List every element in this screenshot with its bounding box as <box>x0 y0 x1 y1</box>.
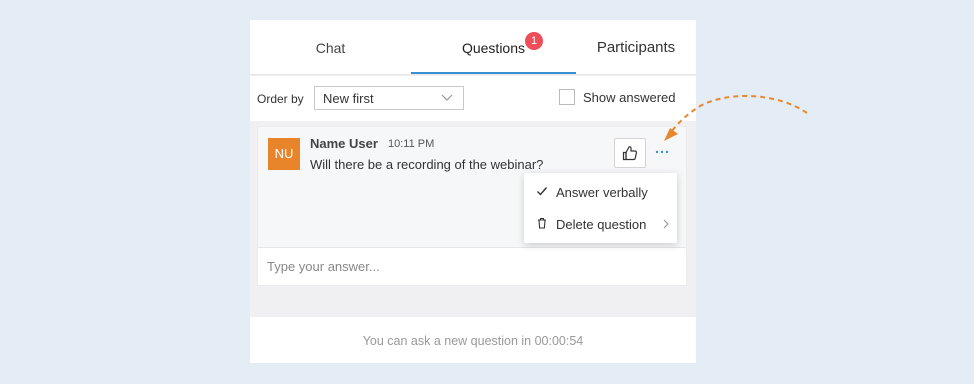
order-by-label: Order by <box>257 92 304 106</box>
menu-item-delete-question[interactable]: Delete question <box>524 209 677 239</box>
tab-chat[interactable]: Chat <box>250 20 411 75</box>
like-button[interactable] <box>614 138 646 168</box>
countdown-notice: You can ask a new question in 00:00:54 <box>362 334 584 348</box>
menu-item-answer-verbally[interactable]: Answer verbally <box>524 177 677 207</box>
tab-participants[interactable]: Participants <box>576 20 696 75</box>
question-text: Will there be a recording of the webinar… <box>310 157 544 172</box>
questions-count-badge: 1 <box>525 32 543 50</box>
menu-item-label: Answer verbally <box>556 185 648 200</box>
filter-bar: Order by New first Show answered <box>250 76 696 121</box>
trash-icon <box>538 217 546 229</box>
question-author: Name User <box>310 136 378 151</box>
tab-bar: Chat Questions Participants 1 <box>250 20 696 75</box>
menu-item-label: Delete question <box>556 217 647 232</box>
question-actions-menu: Answer verbally Delete question <box>524 173 677 243</box>
chevron-down-icon <box>441 94 453 101</box>
order-by-select[interactable]: New first <box>314 86 464 110</box>
footer: You can ask a new question in 00:00:54 <box>250 317 696 363</box>
tab-questions[interactable]: Questions <box>411 20 576 75</box>
answer-box <box>258 247 686 285</box>
show-answered-checkbox[interactable] <box>559 89 575 105</box>
order-by-value: New first <box>323 91 374 106</box>
active-tab-indicator <box>411 72 576 74</box>
chevron-right-icon <box>663 219 669 229</box>
answer-input[interactable] <box>267 259 667 274</box>
annotation-arrow <box>664 95 808 141</box>
avatar: NU <box>268 138 300 170</box>
thumbs-up-icon <box>622 146 638 161</box>
check-icon <box>537 187 548 196</box>
question-time: 10:11 PM <box>388 138 435 150</box>
